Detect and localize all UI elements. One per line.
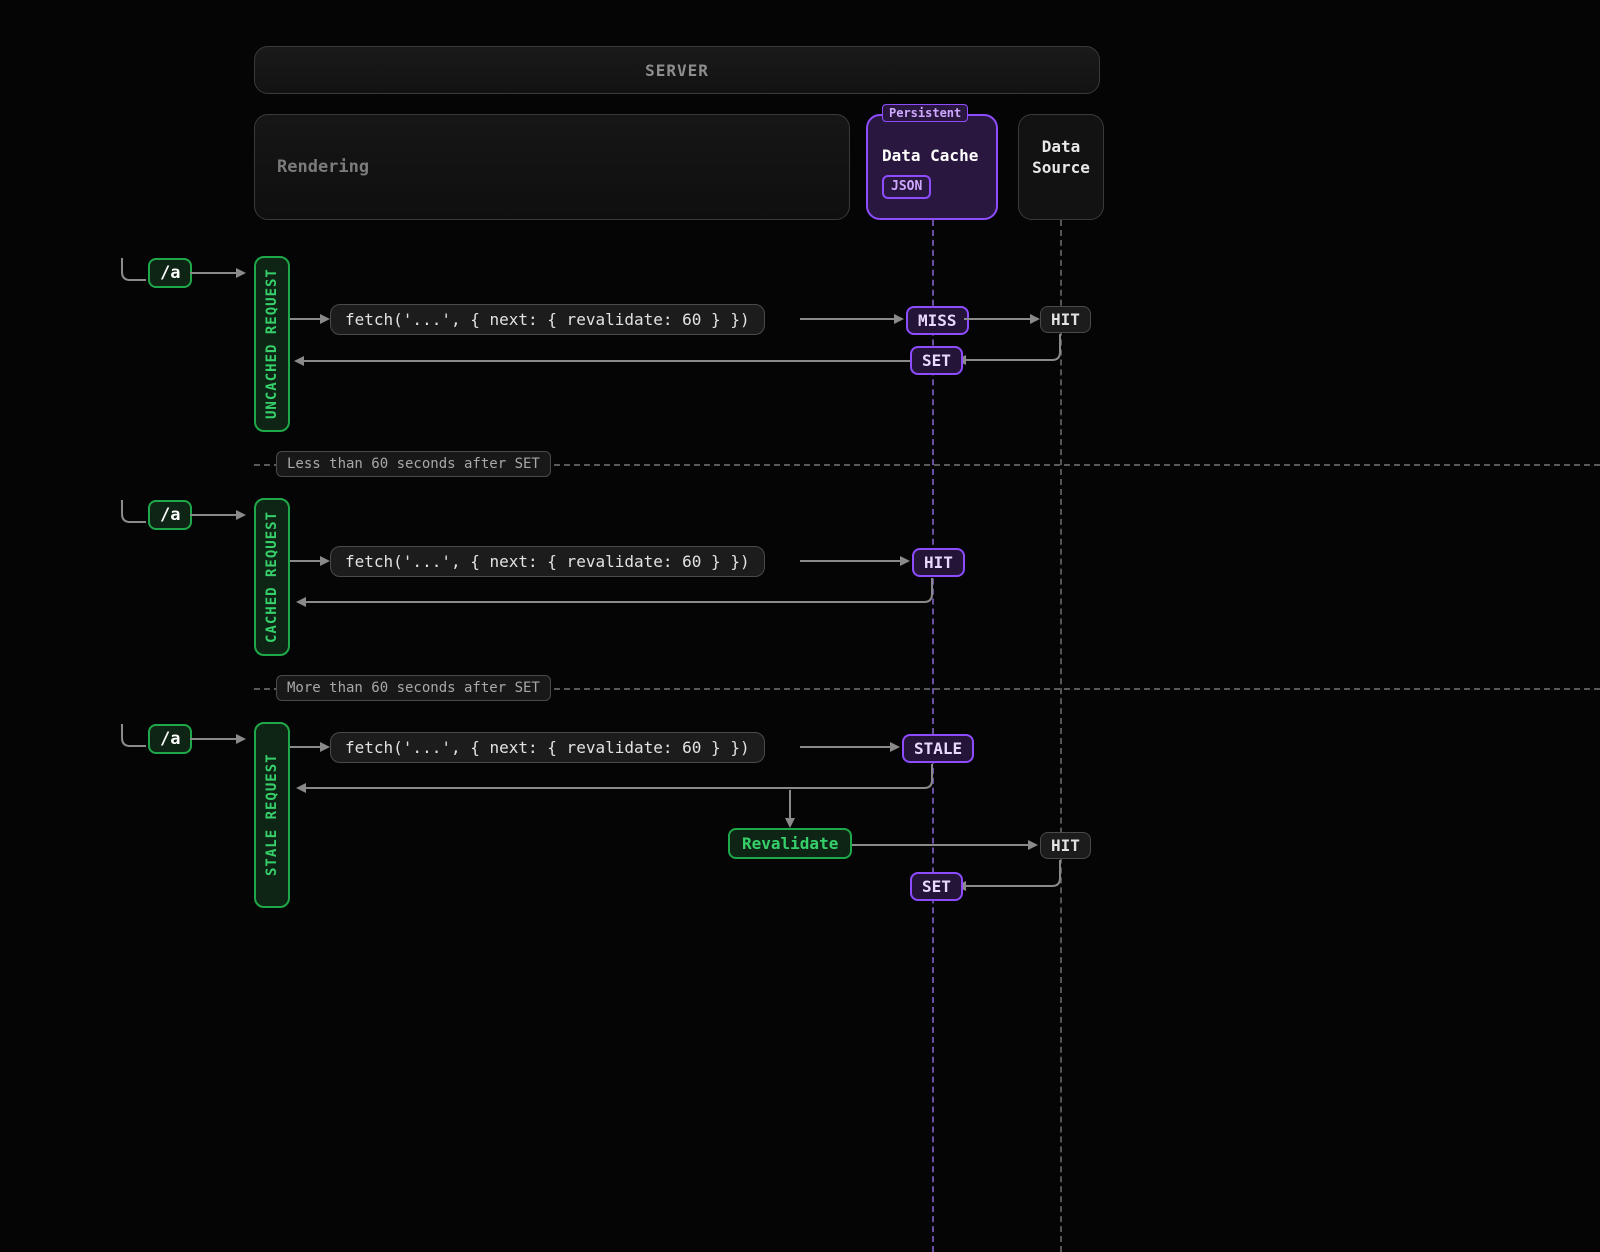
- data-source-title: Data Source: [1019, 137, 1103, 179]
- arrow-route-to-bar-2: [190, 500, 246, 530]
- arrow-revalidate-to-hit: [852, 830, 1038, 860]
- persistent-badge: Persistent: [882, 104, 968, 122]
- data-source-panel: Data Source: [1018, 114, 1104, 220]
- arrow-fetch-to-miss: [800, 304, 904, 334]
- rendering-panel: Rendering: [254, 114, 850, 220]
- set-pill-2: SET: [910, 872, 963, 901]
- hit-pill-source-2: HIT: [1040, 832, 1091, 859]
- route-hook-icon-3: [120, 722, 150, 752]
- arrow-fetch-to-stale: [800, 732, 900, 762]
- arrow-set-return-1: [292, 346, 910, 376]
- set-pill-1: SET: [910, 346, 963, 375]
- arrow-down-to-revalidate: [780, 790, 800, 828]
- stale-pill: STALE: [902, 734, 974, 763]
- divider-more-label: More than 60 seconds after SET: [276, 675, 551, 701]
- route-hook-icon: [120, 256, 150, 286]
- route-chip-a: /a: [148, 258, 192, 288]
- fetch-pill-cached: fetch('...', { next: { revalidate: 60 } …: [330, 546, 765, 577]
- arrow-hit-to-set-2: [954, 858, 1066, 898]
- json-chip: JSON: [882, 175, 931, 199]
- data-cache-title: Data Cache: [882, 146, 982, 165]
- fetch-pill-uncached: fetch('...', { next: { revalidate: 60 } …: [330, 304, 765, 335]
- arrow-route-to-bar: [190, 258, 246, 288]
- arrow-bar-to-fetch-1: [290, 304, 330, 334]
- uncached-request-bar: UNCACHED REQUEST: [254, 256, 290, 432]
- source-lane-line: [1060, 220, 1062, 1252]
- data-cache-panel: Persistent Data Cache JSON: [866, 114, 998, 220]
- arrow-bar-to-fetch-3: [290, 732, 330, 762]
- miss-pill: MISS: [906, 306, 969, 335]
- hit-pill-cache: HIT: [912, 548, 965, 577]
- arrow-bar-to-fetch-2: [290, 546, 330, 576]
- route-hook-icon-2: [120, 498, 150, 528]
- arrow-hit-return: [292, 576, 938, 616]
- stale-request-bar: STALE REQUEST: [254, 722, 290, 908]
- arrow-miss-to-hit: [964, 304, 1040, 334]
- arrow-hit-to-set-1: [954, 332, 1066, 372]
- cached-request-bar: CACHED REQUEST: [254, 498, 290, 656]
- arrow-route-to-bar-3: [190, 724, 246, 754]
- arrow-fetch-to-hit: [800, 546, 910, 576]
- route-chip-a-3: /a: [148, 724, 192, 754]
- route-chip-a-2: /a: [148, 500, 192, 530]
- server-panel: SERVER: [254, 46, 1100, 94]
- fetch-pill-stale: fetch('...', { next: { revalidate: 60 } …: [330, 732, 765, 763]
- hit-pill-source-1: HIT: [1040, 306, 1091, 333]
- arrow-stale-return: [292, 762, 938, 802]
- divider-less-label: Less than 60 seconds after SET: [276, 451, 551, 477]
- revalidate-pill: Revalidate: [728, 828, 852, 859]
